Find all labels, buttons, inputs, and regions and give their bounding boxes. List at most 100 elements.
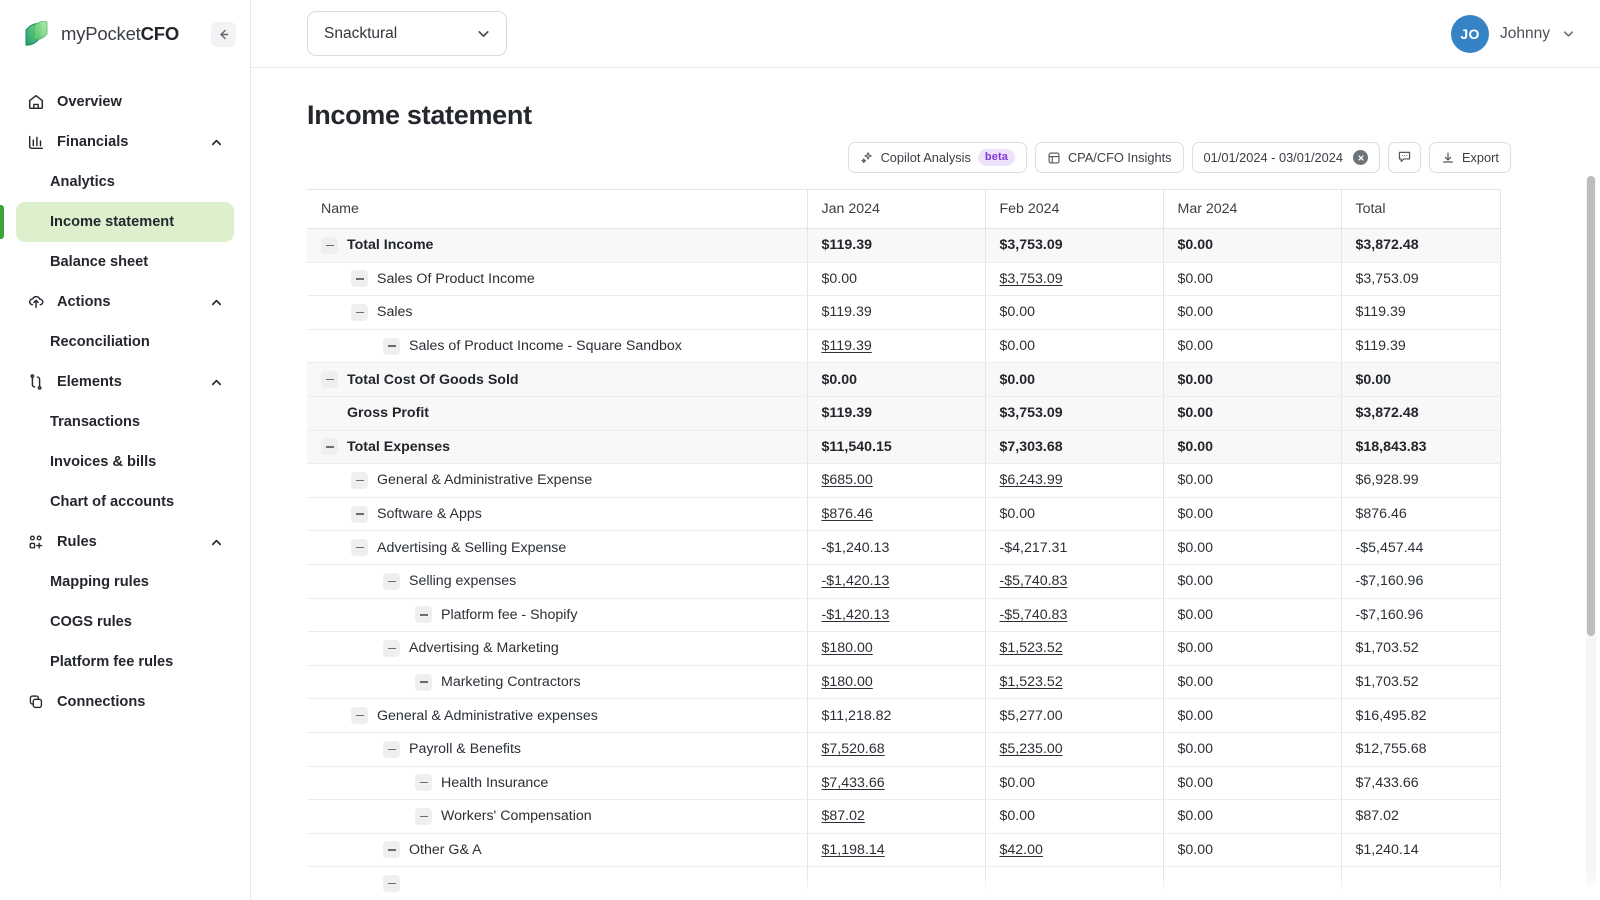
sidebar-item-analytics[interactable]: Analytics — [16, 162, 234, 202]
row-collapse-toggle[interactable] — [321, 237, 338, 254]
row-collapse-toggle[interactable] — [351, 506, 368, 523]
cell-value-link[interactable]: $180.00 — [822, 674, 873, 690]
cell-value-link[interactable]: $1,523.52 — [1000, 640, 1063, 656]
user-menu[interactable]: JO Johnny — [1451, 15, 1576, 53]
chevron-up-icon[interactable] — [209, 135, 224, 150]
company-selector[interactable]: Snacktural — [307, 11, 507, 56]
row-collapse-toggle[interactable] — [383, 875, 400, 892]
date-range-button[interactable]: 01/01/2024 - 03/01/2024 — [1192, 142, 1380, 173]
cell-value-link[interactable]: $42.00 — [1000, 842, 1043, 858]
column-header-mar-2024[interactable]: Mar 2024 — [1163, 190, 1341, 229]
cell-feb-2024[interactable]: $6,243.99 — [985, 464, 1163, 498]
table-row[interactable]: Selling expenses-$1,420.13-$5,740.83$0.0… — [307, 564, 1501, 598]
cell-value-link[interactable]: -$1,420.13 — [822, 607, 890, 623]
cell-jan-2024[interactable]: $685.00 — [807, 464, 985, 498]
column-header-name[interactable]: Name — [307, 190, 807, 229]
cell-jan-2024[interactable]: $119.39 — [807, 329, 985, 363]
row-collapse-toggle[interactable] — [383, 338, 400, 355]
chevron-up-icon[interactable] — [209, 295, 224, 310]
table-row[interactable]: Payroll & Benefits$7,520.68$5,235.00$0.0… — [307, 732, 1501, 766]
cell-feb-2024[interactable]: -$5,740.83 — [985, 564, 1163, 598]
column-header-total[interactable]: Total — [1341, 190, 1501, 229]
sidebar-item-mapping-rules[interactable]: Mapping rules — [16, 562, 234, 602]
sidebar-item-chart-of-accounts[interactable]: Chart of accounts — [16, 482, 234, 522]
row-collapse-toggle[interactable] — [351, 472, 368, 489]
table-row[interactable]: Other G& A$1,198.14$42.00$0.00$1,240.14 — [307, 833, 1501, 867]
cell-value-link[interactable]: $6,243.99 — [1000, 472, 1063, 488]
cell-jan-2024[interactable]: $7,520.68 — [807, 732, 985, 766]
table-row[interactable]: Sales of Product Income - Square Sandbox… — [307, 329, 1501, 363]
sidebar-item-elements[interactable]: Elements — [16, 362, 234, 402]
row-collapse-toggle[interactable] — [415, 808, 432, 825]
table-row[interactable]: Sales Of Product Income$0.00$3,753.09$0.… — [307, 262, 1501, 296]
cell-value-link[interactable]: $7,433.66 — [822, 775, 885, 791]
table-row[interactable]: Advertising & Marketing$180.00$1,523.52$… — [307, 632, 1501, 666]
cell-value-link[interactable]: $180.00 — [822, 640, 873, 656]
row-collapse-toggle[interactable] — [321, 438, 338, 455]
sidebar-item-invoices-bills[interactable]: Invoices & bills — [16, 442, 234, 482]
cell-value-link[interactable]: $876.46 — [822, 506, 873, 522]
cell-feb-2024[interactable]: $1,523.52 — [985, 632, 1163, 666]
sidebar-item-balance-sheet[interactable]: Balance sheet — [16, 242, 234, 282]
cell-value-link[interactable]: $1,198.14 — [822, 842, 885, 858]
table-row[interactable]: Marketing Contractors$180.00$1,523.52$0.… — [307, 665, 1501, 699]
cell-jan-2024[interactable]: $180.00 — [807, 632, 985, 666]
cell-jan-2024[interactable]: $180.00 — [807, 665, 985, 699]
cell-feb-2024[interactable]: $3,753.09 — [985, 262, 1163, 296]
export-button[interactable]: Export — [1429, 142, 1511, 173]
sidebar-item-financials[interactable]: Financials — [16, 122, 234, 162]
cell-value-link[interactable]: $119.39 — [822, 338, 872, 354]
cell-feb-2024[interactable]: $5,235.00 — [985, 732, 1163, 766]
table-row[interactable]: Advertising & Selling Expense-$1,240.13-… — [307, 531, 1501, 565]
row-collapse-toggle[interactable] — [351, 707, 368, 724]
row-collapse-toggle[interactable] — [383, 841, 400, 858]
cell-jan-2024[interactable]: $876.46 — [807, 497, 985, 531]
clear-date-range-icon[interactable] — [1353, 150, 1368, 165]
cell-value-link[interactable]: -$5,740.83 — [1000, 607, 1068, 623]
cell-feb-2024[interactable]: -$5,740.83 — [985, 598, 1163, 632]
table-row[interactable]: Workers' Compensation$87.02$0.00$0.00$87… — [307, 800, 1501, 834]
vertical-scrollbar[interactable] — [1586, 176, 1596, 888]
row-collapse-toggle[interactable] — [321, 371, 338, 388]
row-collapse-toggle[interactable] — [383, 573, 400, 590]
cell-feb-2024[interactable]: $42.00 — [985, 833, 1163, 867]
row-collapse-toggle[interactable] — [383, 741, 400, 758]
cell-value-link[interactable]: $3,753.09 — [1000, 271, 1063, 287]
cell-jan-2024[interactable]: -$1,420.13 — [807, 564, 985, 598]
sidebar-item-connections[interactable]: Connections — [16, 682, 234, 722]
cell-jan-2024[interactable]: $7,433.66 — [807, 766, 985, 800]
row-collapse-toggle[interactable] — [351, 539, 368, 556]
table-row[interactable]: General & Administrative expenses$11,218… — [307, 699, 1501, 733]
scrollbar-thumb[interactable] — [1587, 176, 1595, 636]
chevron-up-icon[interactable] — [209, 535, 224, 550]
table-row[interactable]: Gross Profit$119.39$3,753.09$0.00$3,872.… — [307, 396, 1501, 430]
cell-value-link[interactable]: -$1,420.13 — [822, 573, 890, 589]
sidebar-item-cogs-rules[interactable]: COGS rules — [16, 602, 234, 642]
sidebar-collapse-button[interactable] — [211, 22, 236, 47]
sidebar-item-income-statement[interactable]: Income statement — [16, 202, 234, 242]
column-header-feb-2024[interactable]: Feb 2024 — [985, 190, 1163, 229]
row-collapse-toggle[interactable] — [415, 674, 432, 691]
sidebar-item-overview[interactable]: Overview — [16, 82, 234, 122]
cell-value-link[interactable]: $685.00 — [822, 472, 873, 488]
row-collapse-toggle[interactable] — [415, 606, 432, 623]
cell-value-link[interactable]: -$5,740.83 — [1000, 573, 1068, 589]
row-collapse-toggle[interactable] — [351, 270, 368, 287]
row-collapse-toggle[interactable] — [415, 774, 432, 791]
cell-value-link[interactable]: $5,235.00 — [1000, 741, 1063, 757]
table-row[interactable]: Sales$119.39$0.00$0.00$119.39 — [307, 296, 1501, 330]
table-row[interactable]: Total Income$119.39$3,753.09$0.00$3,872.… — [307, 229, 1501, 263]
copilot-analysis-button[interactable]: Copilot Analysis beta — [848, 142, 1027, 173]
comments-button[interactable] — [1388, 142, 1421, 173]
cell-value-link[interactable]: $7,520.68 — [822, 741, 885, 757]
cell-value-link[interactable]: $1,523.52 — [1000, 674, 1063, 690]
cpa-cfo-insights-button[interactable]: CPA/CFO Insights — [1035, 142, 1184, 173]
table-row[interactable]: Software & Apps$876.46$0.00$0.00$876.46 — [307, 497, 1501, 531]
column-header-jan-2024[interactable]: Jan 2024 — [807, 190, 985, 229]
cell-jan-2024[interactable]: $87.02 — [807, 800, 985, 834]
row-collapse-toggle[interactable] — [383, 640, 400, 657]
table-row[interactable] — [307, 867, 1501, 900]
cell-value-link[interactable]: $87.02 — [822, 808, 865, 824]
sidebar-item-actions[interactable]: Actions — [16, 282, 234, 322]
chevron-up-icon[interactable] — [209, 375, 224, 390]
